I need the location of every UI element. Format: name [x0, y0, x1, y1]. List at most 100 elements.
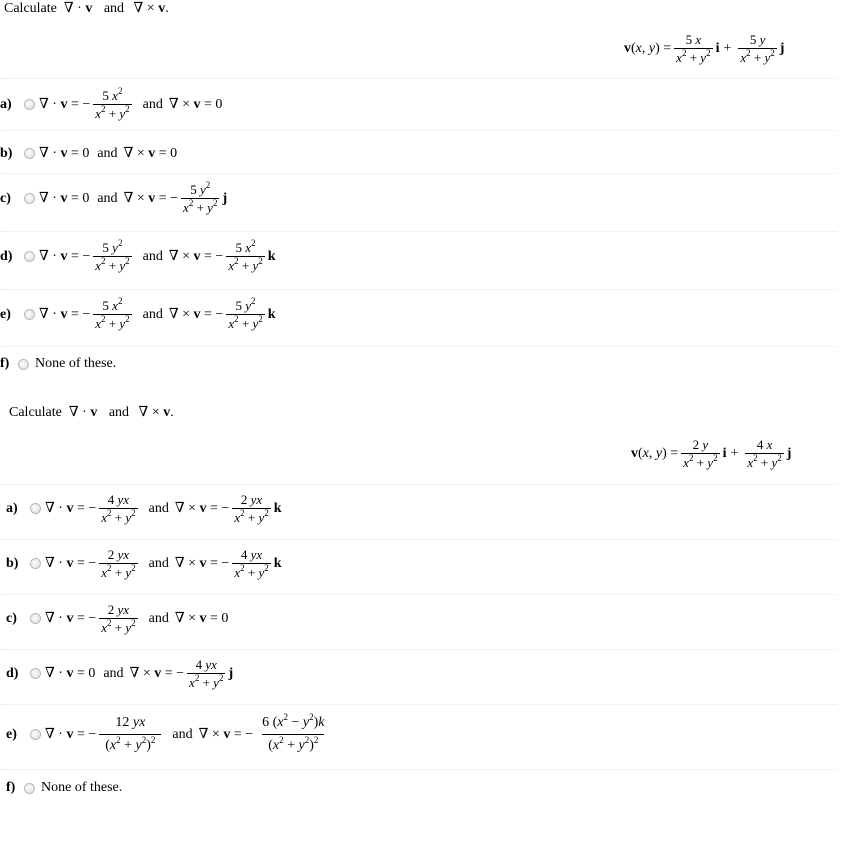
curl-expr: ∇ × v = 0: [174, 610, 229, 627]
divergence-expr: ∇ · v = − 12 yx (x2 + y2)2: [45, 713, 164, 756]
fraction: 2 yx x2 + y2: [99, 602, 138, 635]
divergence-expr: ∇ · v = − 2 yx x2 + y2: [45, 602, 138, 635]
option-f[interactable]: f) None of these.: [0, 356, 116, 372]
unit-j: j: [779, 40, 785, 56]
curl-expr: ∇ × v = − 4 yx x2 + y2 k: [174, 547, 282, 580]
option-d[interactable]: d) ∇ · v = − 5 y2 x2 + y2 and ∇ × v = − 5…: [0, 238, 276, 274]
fraction: 5 y2 x2 + y2: [226, 296, 265, 331]
divergence-expr: ∇ · v = 0: [39, 145, 90, 162]
fraction: 2 yx x2 + y2: [232, 492, 271, 525]
option-label: c): [6, 610, 17, 626]
unit-k: k: [273, 500, 282, 516]
question-prompt: Calculate ∇ · v and ∇ × v.: [4, 0, 169, 17]
and-word: and: [97, 190, 118, 206]
curl-expr: ∇ × v = − 6 (x2 − y2)k (x2 + y2)2: [199, 713, 334, 756]
unit-k: k: [267, 306, 276, 322]
and-word: and: [148, 500, 169, 516]
unit-k: k: [273, 555, 282, 571]
divergence-expr: ∇ · v = − 5 y2 x2 + y2: [39, 238, 132, 273]
option-c[interactable]: c) ∇ · v = − 2 yx x2 + y2 and ∇ × v = 0: [6, 602, 228, 635]
radio-button[interactable]: [30, 613, 41, 624]
separator: [0, 539, 836, 540]
radio-button[interactable]: [24, 99, 35, 110]
plus: +: [730, 445, 739, 461]
prompt-text: Calculate: [9, 405, 62, 420]
option-a[interactable]: a) ∇ · v = − 5 x2 x2 + y2 and ∇ × v = 0: [0, 86, 222, 122]
radio-button[interactable]: [24, 251, 35, 262]
option-e[interactable]: e) ∇ · v = − 5 x2 x2 + y2 and ∇ × v = − 5…: [0, 296, 276, 332]
and-word: and: [148, 610, 169, 626]
option-label: b): [6, 555, 19, 571]
fraction: 4 x x2 + y2: [745, 437, 784, 470]
separator: [0, 78, 836, 79]
separator: [0, 346, 836, 347]
math-div-v: ∇ · v: [65, 404, 98, 421]
separator: [0, 704, 836, 705]
field-lhs: v(x, y) =: [624, 40, 672, 56]
radio-button[interactable]: [24, 193, 35, 204]
radio-button[interactable]: [30, 503, 41, 514]
and-word: and: [97, 145, 118, 161]
given-field: v(x, y) = 2 y x2 + y2 i + 4 x x2 + y2 j: [631, 437, 791, 470]
and-word: and: [103, 665, 124, 681]
separator: [0, 484, 836, 485]
plus: +: [723, 40, 732, 56]
radio-button[interactable]: [24, 309, 35, 320]
divergence-expr: ∇ · v = − 5 x2 x2 + y2: [39, 86, 132, 121]
unit-j: j: [228, 665, 234, 681]
math-div-v: ∇ · v: [60, 0, 93, 17]
divergence-expr: ∇ · v = − 4 yx x2 + y2: [45, 492, 138, 525]
curl-expr: ∇ × v = − 5 x2 x2 + y2 k: [168, 238, 276, 274]
fraction: 5 y2 x2 + y2: [181, 180, 220, 215]
and-word: and: [142, 248, 163, 264]
option-text: None of these.: [41, 780, 123, 795]
separator: [0, 173, 836, 174]
math-curl-v: ∇ × v.: [138, 404, 174, 421]
radio-button[interactable]: [30, 668, 41, 679]
option-b[interactable]: b) ∇ · v = 0 and ∇ × v = 0: [0, 145, 177, 162]
given-field: v(x, y) = 5 x x2 + y2 i + 5 y x2 + y2 j: [624, 32, 784, 65]
unit-i: i: [722, 445, 727, 461]
radio-button[interactable]: [24, 782, 35, 794]
separator: [0, 130, 836, 131]
option-c[interactable]: c) ∇ · v = 0 and ∇ × v = − 5 y2 x2 + y2 j: [0, 180, 227, 216]
option-label: e): [6, 726, 17, 742]
math-curl-v: ∇ × v.: [133, 0, 169, 17]
divergence-expr: ∇ · v = 0: [45, 665, 96, 682]
fraction: 5 x2 x2 + y2: [226, 238, 265, 273]
fraction: 5 y x2 + y2: [738, 32, 777, 65]
unit-j: j: [786, 445, 792, 461]
option-label: c): [0, 190, 11, 206]
option-e[interactable]: e) ∇ · v = − 12 yx (x2 + y2)2 and ∇ × v =…: [6, 713, 334, 756]
radio-button[interactable]: [24, 148, 35, 159]
option-label: d): [0, 248, 13, 264]
fraction: 2 y x2 + y2: [681, 437, 720, 470]
radio-button[interactable]: [18, 358, 29, 370]
question-prompt: Calculate ∇ · v and ∇ × v.: [9, 404, 174, 421]
separator: [0, 594, 836, 595]
field-lhs: v(x, y) =: [631, 445, 679, 461]
fraction: 5 x x2 + y2: [674, 32, 713, 65]
fraction: 5 y2 x2 + y2: [93, 238, 132, 273]
fraction: 6 (x2 − y2)k (x2 + y2)2: [256, 713, 330, 756]
and-word: and: [148, 555, 169, 571]
fraction: 4 yx x2 + y2: [232, 547, 271, 580]
option-label: a): [0, 96, 12, 112]
option-label: f): [0, 356, 10, 371]
and-word: and: [142, 96, 163, 112]
option-label: a): [6, 500, 18, 516]
option-f[interactable]: f) None of these.: [6, 780, 122, 796]
radio-button[interactable]: [30, 729, 41, 740]
radio-button[interactable]: [30, 558, 41, 569]
option-text: None of these.: [35, 356, 117, 371]
option-d[interactable]: d) ∇ · v = 0 and ∇ × v = − 4 yx x2 + y2 j: [6, 657, 233, 690]
option-label: d): [6, 665, 19, 681]
and-word: and: [142, 306, 163, 322]
separator: [0, 649, 836, 650]
option-b[interactable]: b) ∇ · v = − 2 yx x2 + y2 and ∇ × v = − 4…: [6, 547, 282, 580]
fraction: 4 yx x2 + y2: [187, 657, 226, 690]
curl-expr: ∇ × v = − 4 yx x2 + y2 j: [129, 657, 234, 690]
option-a[interactable]: a) ∇ · v = − 4 yx x2 + y2 and ∇ × v = − 2…: [6, 492, 282, 525]
fraction: 5 x2 x2 + y2: [93, 296, 132, 331]
fraction: 4 yx x2 + y2: [99, 492, 138, 525]
